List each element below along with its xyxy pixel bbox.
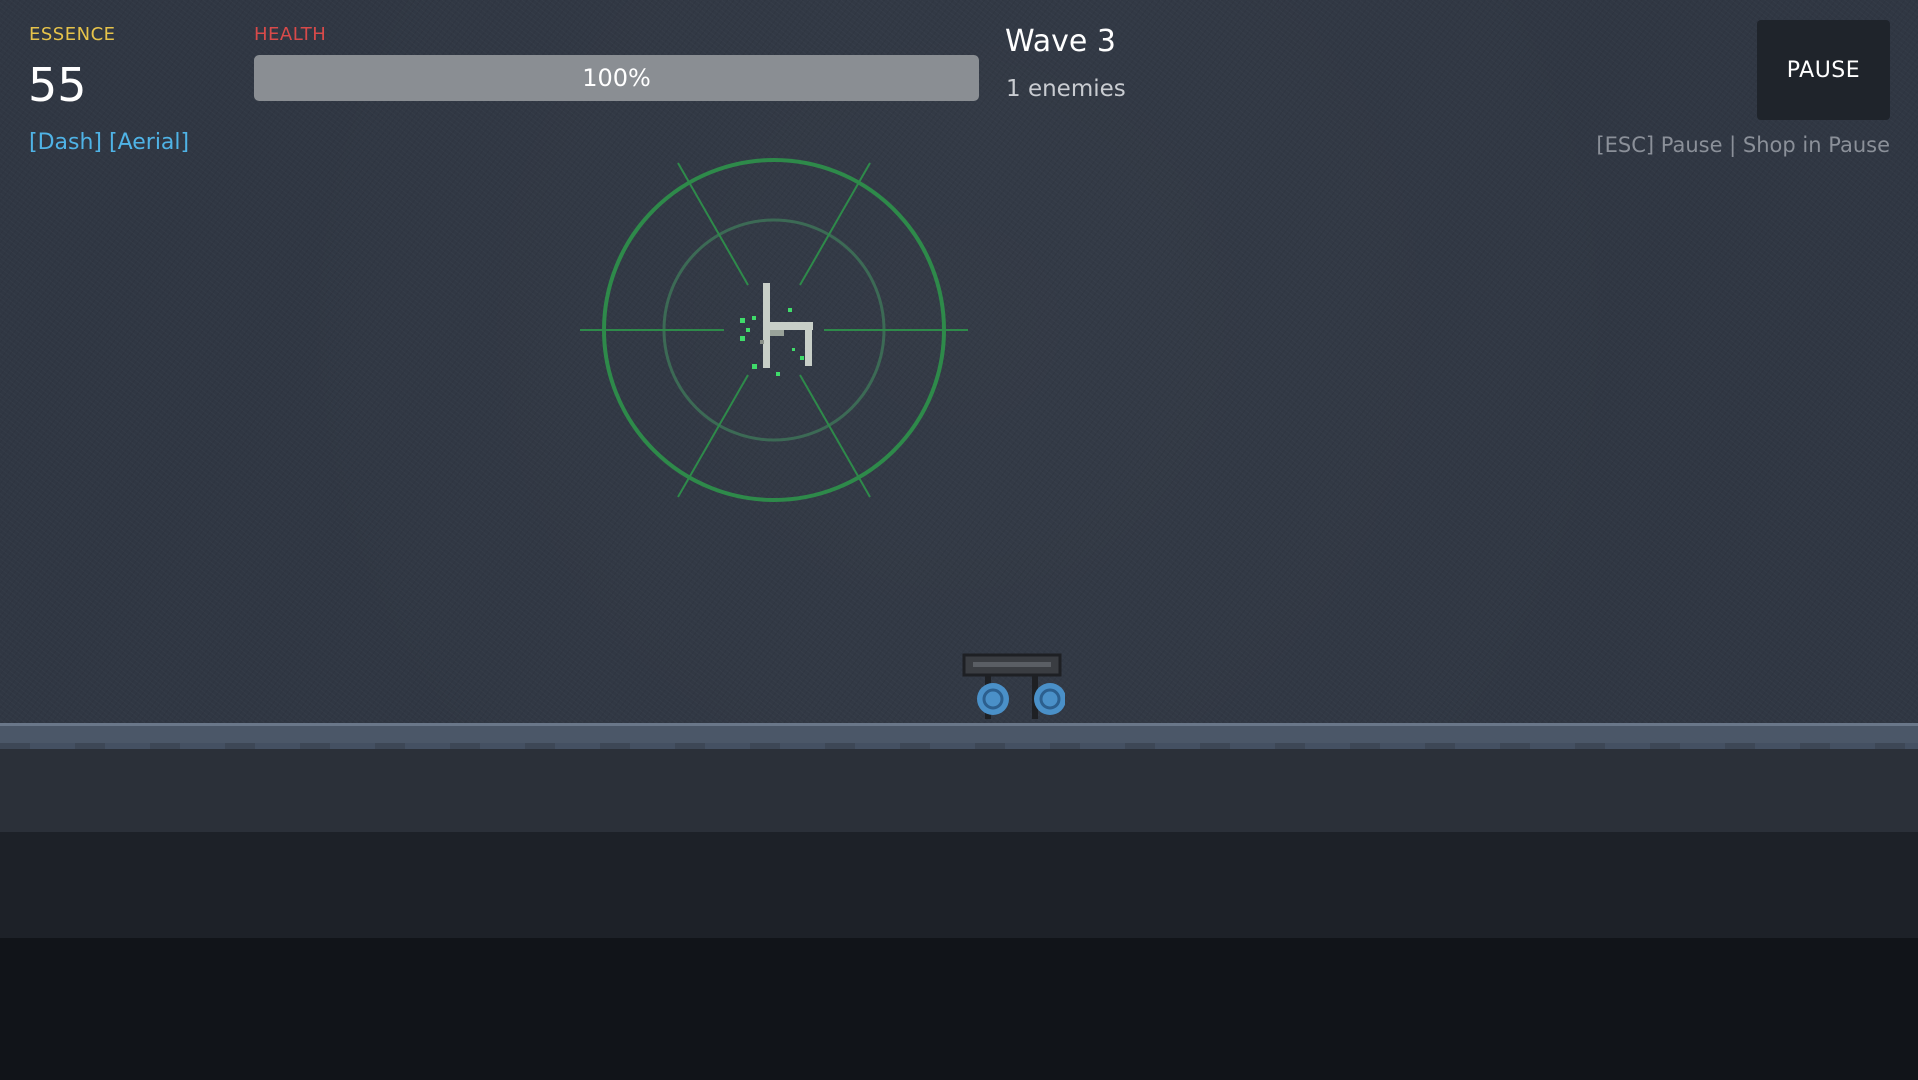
- ground-layer-1: [0, 749, 1918, 832]
- game-viewport[interactable]: ESSENCE 55 [Dash] [Aerial] HEALTH 100% W…: [0, 0, 1918, 1080]
- ground-layer-2: [0, 832, 1918, 938]
- ground-surface: [0, 723, 1918, 749]
- wheeled-enemy-icon[interactable]: [955, 652, 1065, 730]
- targeting-reticle-icon: [580, 158, 968, 502]
- player-character-icon: [740, 283, 813, 376]
- ground-layer-3: [0, 938, 1918, 1080]
